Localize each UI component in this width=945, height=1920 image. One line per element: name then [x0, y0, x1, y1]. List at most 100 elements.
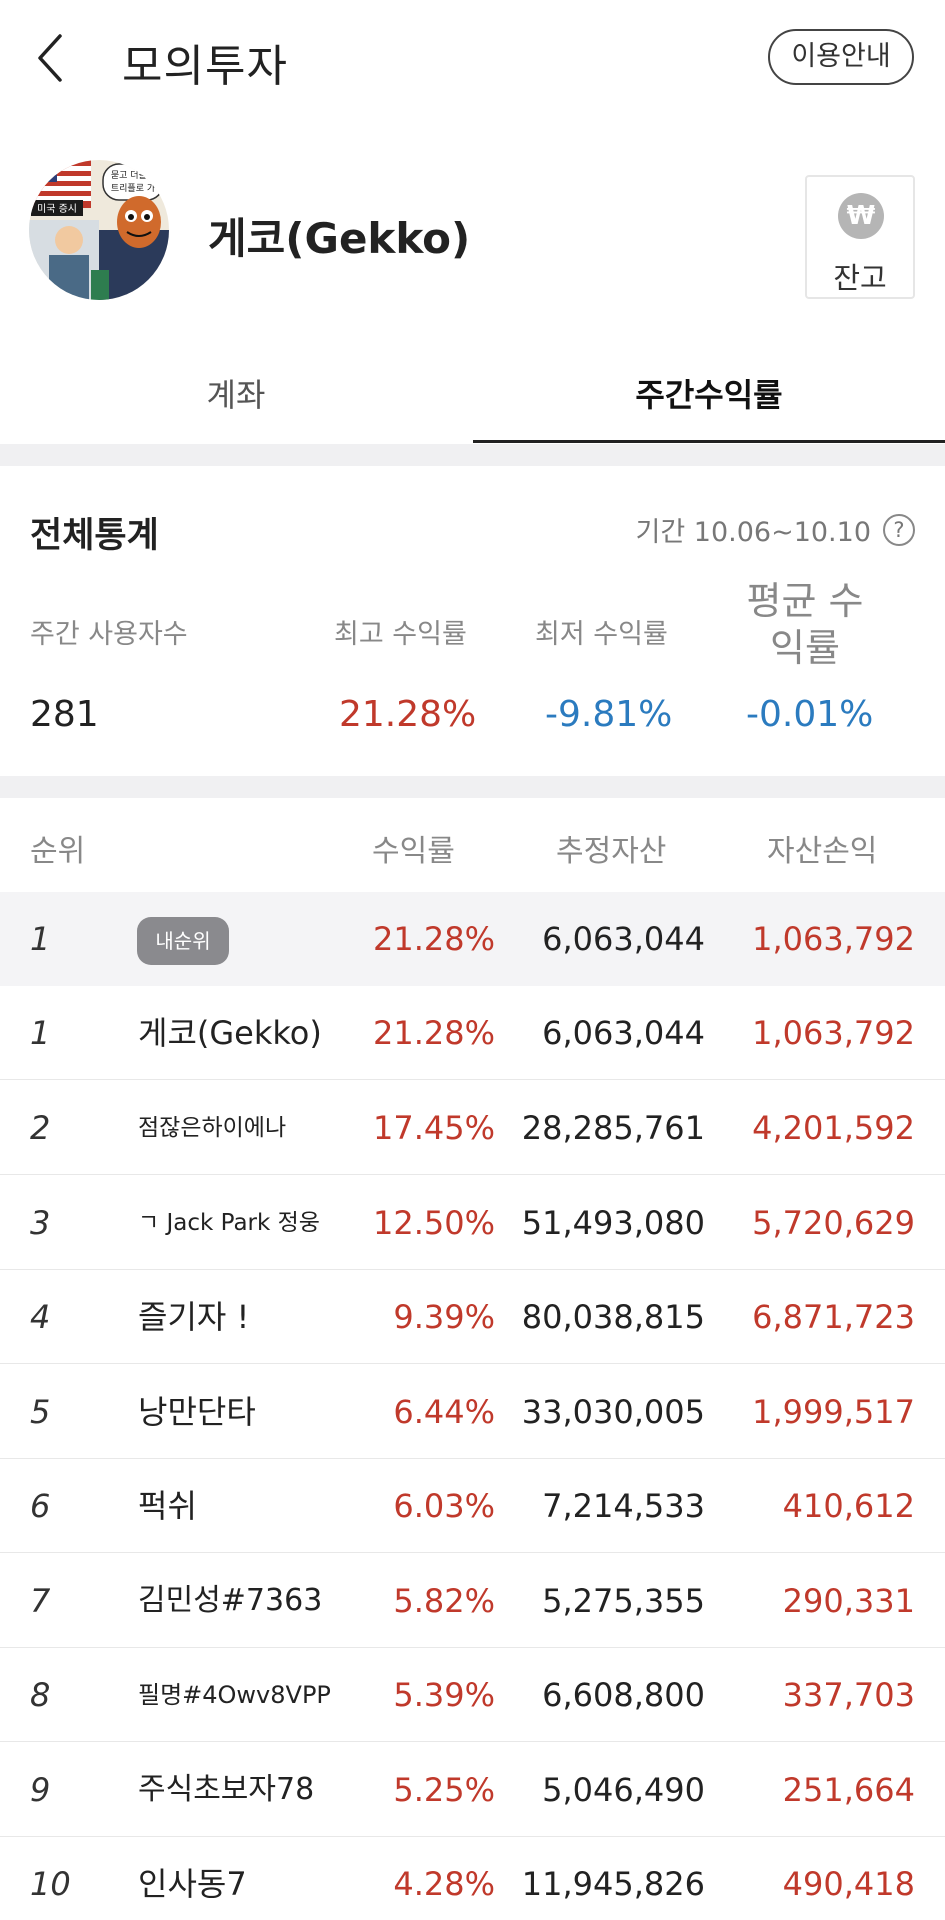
user-name: 낭만단타 — [138, 1393, 256, 1431]
top-bar: 모의투자 이용안내 — [0, 0, 945, 115]
header-pnl: 자산손익 — [767, 834, 878, 869]
page-title: 모의투자 — [122, 41, 288, 92]
stats-title: 전체통계 — [30, 516, 159, 556]
section-divider — [0, 444, 945, 466]
header-rank: 순위 — [30, 834, 86, 869]
estimated-asset: 11,945,826 — [521, 1865, 705, 1903]
avg-return-label: 평균 수익률 — [746, 579, 864, 670]
return-rate: 5.25% — [393, 1771, 495, 1809]
user-name: 김민성#7363 — [138, 1583, 323, 1618]
asset-pnl: 251,664 — [782, 1771, 915, 1809]
table-row[interactable]: 5 낭만단타 6.44% 33,030,005 1,999,517 — [0, 1365, 945, 1459]
tab-weekly-return[interactable]: 주간수익률 — [473, 355, 945, 443]
my-rank-badge: 내순위 — [137, 917, 229, 965]
profile-name: 게코(Gekko) — [208, 214, 471, 263]
avatar-image: 미국 증시 묻고 더블로 트리플로 가 — [29, 160, 169, 300]
table-row[interactable]: 9 주식초보자78 5.25% 5,046,490 251,664 — [0, 1743, 945, 1837]
user-name: 퍽쉬 — [138, 1487, 197, 1525]
table-row[interactable]: 1 게코(Gekko) 21.28% 6,063,044 1,063,792 — [0, 986, 945, 1080]
return-rate: 9.39% — [393, 1298, 495, 1336]
estimated-asset: 7,214,533 — [542, 1487, 705, 1525]
asset-pnl: 290,331 — [782, 1582, 915, 1620]
balance-label: 잔고 — [833, 261, 887, 295]
rank-number: 7 — [30, 1582, 51, 1620]
return-rate: 17.45% — [372, 1109, 495, 1147]
return-rate: 6.44% — [393, 1393, 495, 1431]
asset-pnl: 1,999,517 — [752, 1393, 915, 1431]
my-rank-row[interactable]: 1 내순위 21.28% 6,063,044 1,063,792 — [0, 892, 945, 986]
max-return-value: 21.28% — [339, 694, 477, 735]
svg-text:트리플로 가: 트리플로 가 — [111, 183, 155, 194]
tab-account[interactable]: 계좌 — [0, 355, 472, 443]
weekly-users-value: 281 — [30, 694, 99, 735]
asset-pnl: 6,871,723 — [752, 1298, 915, 1336]
user-name: 게코(Gekko) — [138, 1014, 322, 1052]
return-rate: 4.28% — [393, 1865, 495, 1903]
rank-number: 1 — [30, 1014, 51, 1052]
svg-text:미국 증시: 미국 증시 — [37, 203, 77, 215]
period-text: 기간 10.06~10.10 — [635, 517, 871, 548]
header-return: 수익률 — [372, 834, 455, 869]
back-button[interactable] — [30, 28, 80, 88]
table-row[interactable]: 10 인사동7 4.28% 11,945,826 490,418 — [0, 1837, 945, 1920]
section-divider — [0, 776, 945, 798]
asset-pnl: 490,418 — [782, 1865, 915, 1903]
rank-number: 1 — [30, 920, 51, 958]
header-asset: 추정자산 — [556, 834, 667, 869]
avg-return-value: -0.01% — [746, 694, 874, 735]
estimated-asset: 5,046,490 — [542, 1771, 705, 1809]
return-rate: 6.03% — [393, 1487, 495, 1525]
max-return-label: 최고 수익률 — [334, 619, 467, 650]
table-row[interactable]: 8 필명#4Owv8VPP 5.39% 6,608,800 337,703 — [0, 1648, 945, 1742]
rank-number: 4 — [30, 1298, 51, 1336]
chevron-left-icon — [38, 34, 62, 82]
estimated-asset: 80,038,815 — [521, 1298, 705, 1336]
user-name: 즐기자 ! — [138, 1298, 250, 1336]
rank-number: 8 — [30, 1676, 51, 1714]
return-rate: 5.39% — [393, 1676, 495, 1714]
rank-number: 9 — [30, 1771, 51, 1809]
estimated-asset: 6,063,044 — [542, 1014, 705, 1052]
rank-number: 3 — [30, 1204, 51, 1242]
svg-text:묻고 더블로: 묻고 더블로 — [111, 170, 155, 181]
avatar: 미국 증시 묻고 더블로 트리플로 가 — [29, 160, 169, 300]
table-row[interactable]: 4 즐기자 ! 9.39% 80,038,815 6,871,723 — [0, 1270, 945, 1364]
help-icon[interactable]: ? — [883, 513, 915, 546]
return-rate: 21.28% — [372, 920, 495, 958]
table-row[interactable]: 3 ㄱ Jack Park 정웅 12.50% 51,493,080 5,720… — [0, 1176, 945, 1270]
estimated-asset: 6,063,044 — [542, 920, 705, 958]
estimated-asset: 28,285,761 — [521, 1109, 705, 1147]
table-row[interactable]: 6 퍽쉬 6.03% 7,214,533 410,612 — [0, 1459, 945, 1553]
asset-pnl: 4,201,592 — [752, 1109, 915, 1147]
return-rate: 12.50% — [372, 1204, 495, 1242]
asset-pnl: 5,720,629 — [752, 1204, 915, 1242]
asset-pnl: 1,063,792 — [752, 920, 915, 958]
table-row[interactable]: 7 김민성#7363 5.82% 5,275,355 290,331 — [0, 1554, 945, 1648]
rank-number: 5 — [30, 1393, 51, 1431]
min-return-label: 최저 수익률 — [535, 619, 668, 650]
period-range: 기간 10.06~10.10 ? — [636, 510, 915, 549]
asset-pnl: 1,063,792 — [752, 1014, 915, 1052]
table-row[interactable]: 2 점잖은하이에나 17.45% 28,285,761 4,201,592 — [0, 1081, 945, 1175]
estimated-asset: 6,608,800 — [542, 1676, 705, 1714]
estimated-asset: 5,275,355 — [542, 1582, 705, 1620]
user-name: 점잖은하이에나 — [138, 1115, 287, 1141]
return-rate: 5.82% — [393, 1582, 495, 1620]
estimated-asset: 33,030,005 — [521, 1393, 705, 1431]
estimated-asset: 51,493,080 — [521, 1204, 705, 1242]
min-return-value: -9.81% — [545, 694, 673, 735]
user-name: 주식초보자78 — [138, 1772, 315, 1807]
asset-pnl: 410,612 — [782, 1487, 915, 1525]
rank-number: 6 — [30, 1487, 51, 1525]
rank-number: 2 — [30, 1109, 51, 1147]
guide-button[interactable]: 이용안내 — [768, 29, 914, 85]
rank-number: 10 — [30, 1865, 71, 1903]
return-rate: 21.28% — [372, 1014, 495, 1052]
user-name: 필명#4Owv8VPP — [138, 1681, 331, 1709]
tab-bar: 계좌 주간수익률 — [0, 355, 945, 443]
asset-pnl: 337,703 — [782, 1676, 915, 1714]
user-name: 인사동7 — [138, 1865, 247, 1903]
user-name: ㄱ Jack Park 정웅 — [138, 1210, 320, 1236]
weekly-users-label: 주간 사용자수 — [30, 619, 188, 650]
balance-button[interactable]: ₩ 잔고 — [805, 175, 915, 299]
